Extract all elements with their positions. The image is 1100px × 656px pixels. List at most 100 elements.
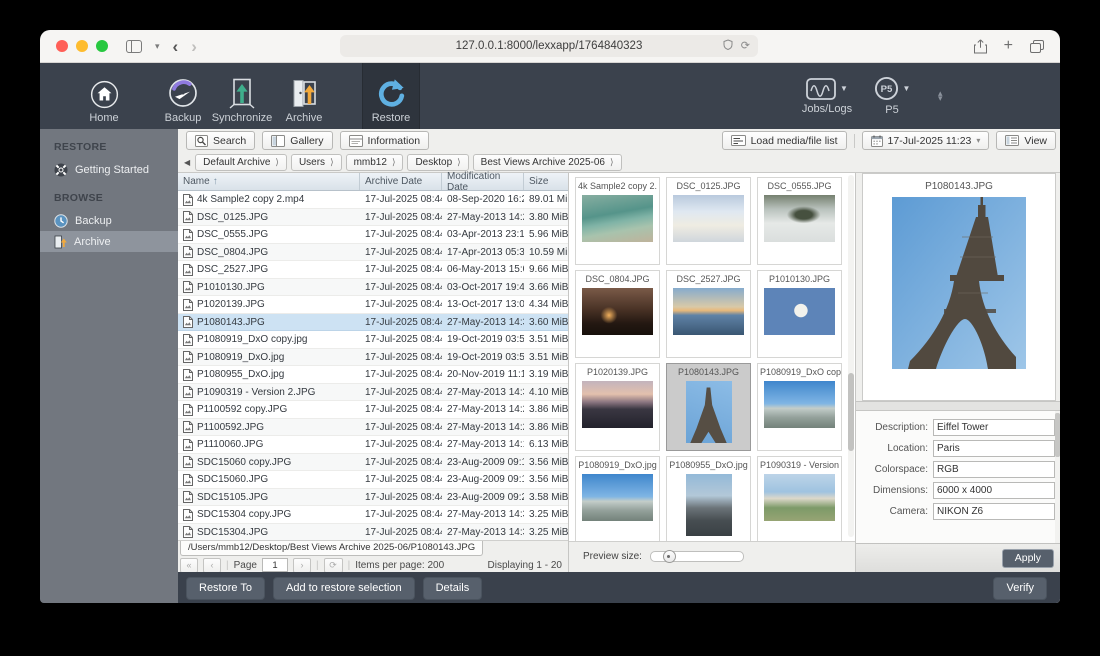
gallery-card[interactable]: DSC_0125.JPG	[666, 177, 751, 265]
table-row[interactable]: P1100592 copy.JPG17-Jul-2025 08:4427-May…	[178, 401, 568, 419]
table-row[interactable]: P1080143.JPG17-Jul-2025 08:4427-May-2013…	[178, 314, 568, 332]
preview-image	[892, 197, 1026, 369]
chevron-down-icon[interactable]: ▾	[155, 42, 160, 51]
table-row[interactable]: P1110060.JPG17-Jul-2025 08:4427-May-2013…	[178, 436, 568, 454]
next-page-button[interactable]: ›	[293, 558, 311, 573]
verify-button[interactable]: Verify	[993, 577, 1047, 600]
information-button[interactable]: Information	[340, 131, 430, 150]
sidebar-item-getting-started[interactable]: Getting Started	[40, 159, 178, 180]
refresh-icon[interactable]: ⟳	[324, 558, 343, 573]
breadcrumb-item-2[interactable]: mmb12⟩	[346, 154, 404, 171]
metadata-field-input-description[interactable]	[933, 419, 1055, 436]
gallery-card[interactable]: 4k Sample2 copy 2.	[575, 177, 660, 265]
sidebar-toggle-icon[interactable]	[126, 40, 142, 53]
table-row[interactable]: P1080955_DxO.jpg17-Jul-2025 08:4420-Nov-…	[178, 366, 568, 384]
slider-knob[interactable]	[663, 550, 676, 563]
back-icon[interactable]: ‹	[173, 38, 179, 55]
table-row[interactable]: DSC_0804.JPG17-Jul-2025 08:4417-Apr-2013…	[178, 244, 568, 262]
table-row[interactable]: DSC_2527.JPG17-Jul-2025 08:4406-May-2013…	[178, 261, 568, 279]
column-header-modification-date[interactable]: Modification Date	[442, 173, 524, 190]
metadata-field-input-dimensions[interactable]	[933, 482, 1055, 499]
nav-restore[interactable]: Restore	[362, 63, 420, 129]
toolbar-collapse-icon[interactable]: ▴▾	[938, 91, 943, 101]
gallery-scrollbar[interactable]	[848, 175, 854, 537]
search-button[interactable]: Search	[186, 131, 255, 150]
page-input[interactable]	[262, 558, 288, 572]
gallery-card[interactable]: P1080955_DxO.jpg	[666, 456, 751, 540]
column-header-archive-date[interactable]: Archive Date	[360, 173, 442, 190]
preview-size-slider[interactable]	[650, 551, 744, 562]
sidebar-item-backup[interactable]: Backup	[40, 210, 178, 231]
gallery-card[interactable]: P1090319 - Version	[757, 456, 842, 540]
archive-date-cell: 17-Jul-2025 08:44	[360, 369, 442, 380]
table-row[interactable]: P1080919_DxO copy.jpg17-Jul-2025 08:4419…	[178, 331, 568, 349]
details-button[interactable]: Details	[423, 577, 483, 600]
metadata-scrollbar[interactable]	[1055, 411, 1060, 543]
metadata-row: Dimensions:	[856, 482, 1060, 499]
gallery-card[interactable]: DSC_2527.JPG	[666, 270, 751, 358]
sort-asc-icon: ↑	[213, 176, 218, 187]
breadcrumb-item-4[interactable]: Best Views Archive 2025-06⟩	[473, 154, 622, 171]
table-row[interactable]: P1080919_DxO.jpg17-Jul-2025 08:4419-Oct-…	[178, 349, 568, 367]
add-to-restore-selection-button[interactable]: Add to restore selection	[273, 577, 415, 600]
privacy-shield-icon[interactable]	[722, 39, 734, 52]
metadata-field-input-location[interactable]	[933, 440, 1055, 457]
jobs-logs-dropdown-icon[interactable]: ▼	[840, 84, 848, 93]
breadcrumb-item-0[interactable]: Default Archive⟩	[195, 154, 287, 171]
date-picker[interactable]: 17-Jul-2025 11:23 ▾	[862, 131, 990, 150]
gallery-card[interactable]: P1080143.JPG	[666, 363, 751, 451]
column-header-size[interactable]: Size	[524, 173, 568, 190]
pane-splitter[interactable]	[856, 401, 1060, 411]
new-tab-icon[interactable]: +	[1004, 37, 1013, 55]
gallery-card[interactable]: DSC_0555.JPG	[757, 177, 842, 265]
address-bar[interactable]: 127.0.0.1:8000/lexxapp/1764840323 ⟳	[340, 35, 758, 57]
metadata-field-input-camera[interactable]	[933, 503, 1055, 520]
file-icon	[183, 194, 193, 206]
table-row[interactable]: DSC_0555.JPG17-Jul-2025 08:4403-Apr-2013…	[178, 226, 568, 244]
nav-synchronize[interactable]: Synchronize	[207, 63, 277, 129]
gallery-card[interactable]: P1010130.JPG	[757, 270, 842, 358]
table-row[interactable]: SDC15060 copy.JPG17-Jul-2025 08:4423-Aug…	[178, 454, 568, 472]
breadcrumb-back-icon[interactable]: ◀	[184, 158, 190, 167]
jobs-logs-button[interactable]: ▼ Jobs/Logs	[790, 78, 864, 115]
p5-button[interactable]: P5 ▼ P5	[864, 76, 920, 116]
apply-button[interactable]: Apply	[1002, 549, 1054, 568]
load-media-button[interactable]: Load media/file list	[722, 131, 847, 150]
table-row[interactable]: P1100592.JPG17-Jul-2025 08:4427-May-2013…	[178, 419, 568, 437]
sidebar-item-archive[interactable]: Archive	[40, 231, 178, 252]
table-row[interactable]: 4k Sample2 copy 2.mp417-Jul-2025 08:4408…	[178, 191, 568, 209]
file-icon	[183, 474, 193, 486]
gallery-card[interactable]: P1080919_DxO cop	[757, 363, 842, 451]
share-icon[interactable]	[974, 39, 987, 54]
gallery-card[interactable]: P1020139.JPG	[575, 363, 660, 451]
nav-archive[interactable]: Archive	[269, 63, 339, 129]
gallery-button[interactable]: Gallery	[262, 131, 332, 150]
table-row[interactable]: SDC15060.JPG17-Jul-2025 08:4423-Aug-2009…	[178, 471, 568, 489]
gallery-scrollbar-thumb[interactable]	[848, 373, 854, 451]
breadcrumb-item-1[interactable]: Users⟩	[291, 154, 342, 171]
table-row[interactable]: SDC15105.JPG17-Jul-2025 08:4423-Aug-2009…	[178, 489, 568, 507]
view-button[interactable]: View	[996, 131, 1056, 150]
gallery-card[interactable]: P1080919_DxO.jpg	[575, 456, 660, 540]
zoom-button[interactable]	[96, 40, 108, 52]
close-button[interactable]	[56, 40, 68, 52]
p5-dropdown-icon[interactable]: ▼	[903, 84, 911, 93]
restore-to-button[interactable]: Restore To	[186, 577, 265, 600]
table-row[interactable]: P1090319 - Version 2.JPG17-Jul-2025 08:4…	[178, 384, 568, 402]
breadcrumb-item-3[interactable]: Desktop⟩	[407, 154, 468, 171]
table-row[interactable]: P1010130.JPG17-Jul-2025 08:4403-Oct-2017…	[178, 279, 568, 297]
reload-icon[interactable]: ⟳	[741, 39, 750, 52]
metadata-field-input-colorspace[interactable]	[933, 461, 1055, 478]
gallery-card[interactable]: DSC_0804.JPG	[575, 270, 660, 358]
table-row[interactable]: SDC15304 copy.JPG17-Jul-2025 08:4427-May…	[178, 506, 568, 524]
table-row[interactable]: DSC_0125.JPG17-Jul-2025 08:4427-May-2013…	[178, 209, 568, 227]
table-row[interactable]: SDC15304.JPG17-Jul-2025 08:4427-May-2013…	[178, 524, 568, 541]
table-row[interactable]: P1020139.JPG17-Jul-2025 08:4413-Oct-2017…	[178, 296, 568, 314]
first-page-button[interactable]: «	[180, 558, 198, 573]
minimize-button[interactable]	[76, 40, 88, 52]
column-header-name[interactable]: Name ↑	[178, 173, 360, 190]
metadata-scrollbar-thumb[interactable]	[1055, 413, 1060, 457]
nav-home[interactable]: Home	[69, 63, 139, 129]
prev-page-button[interactable]: ‹	[203, 558, 221, 573]
tabs-overview-icon[interactable]	[1030, 40, 1044, 53]
